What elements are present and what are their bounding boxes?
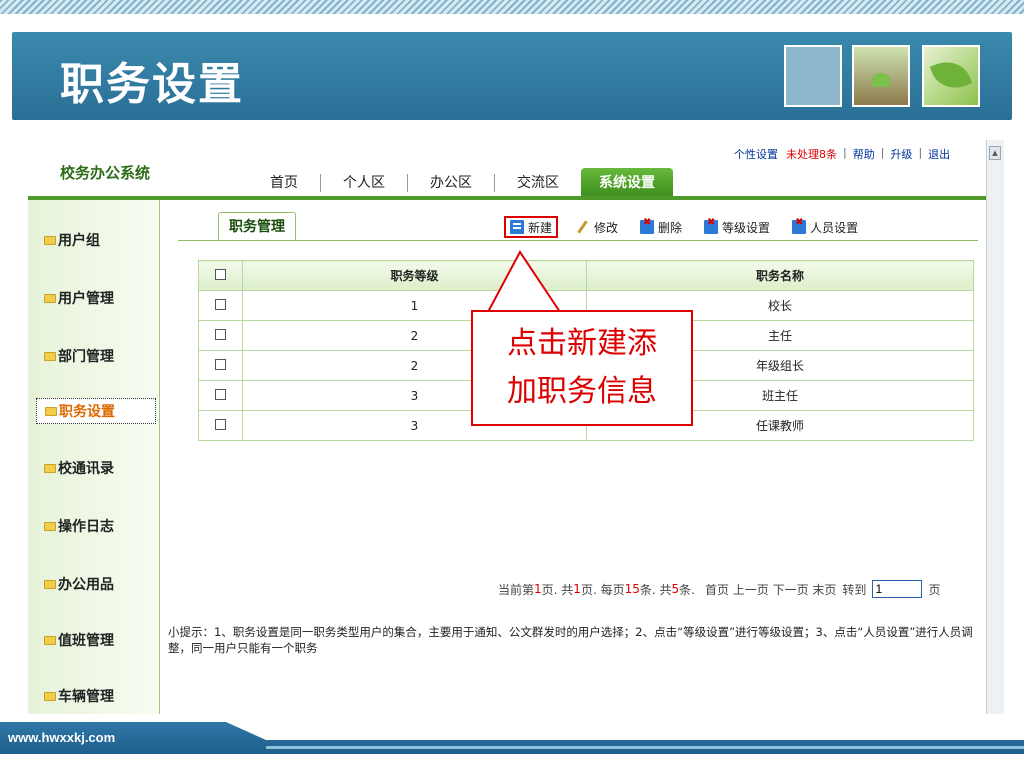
callout-line-1: 点击新建添 bbox=[507, 326, 657, 361]
callout-line-2: 加职务信息 bbox=[507, 374, 657, 409]
footer-line bbox=[266, 746, 1024, 749]
footer-url: www.hwxxkj.com bbox=[8, 730, 116, 745]
footer-notch bbox=[226, 722, 1024, 740]
callout-box: 点击新建添 加职务信息 bbox=[471, 310, 693, 426]
callout-arrow bbox=[487, 250, 561, 313]
